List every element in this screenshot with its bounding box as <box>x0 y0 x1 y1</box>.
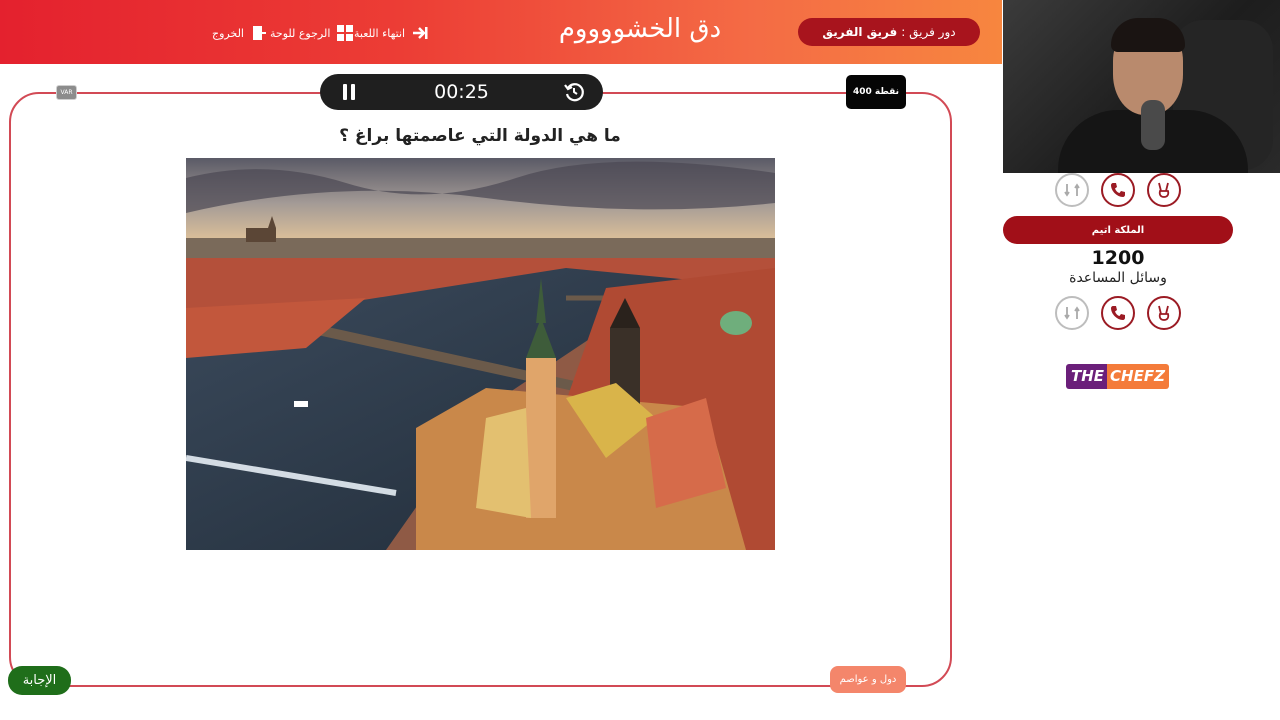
header-bar: الخروج الرجوع للوحة انتهاء اللعبة دق الخ… <box>0 0 1002 64</box>
back-to-board-button[interactable]: الرجوع للوحة <box>270 22 354 44</box>
pause-icon[interactable] <box>338 81 360 103</box>
team-name-bar: الملكة اتيم <box>1003 216 1233 244</box>
end-game-label: انتهاء اللعبة <box>354 26 406 40</box>
swap-icon <box>1064 306 1080 320</box>
call-friend-button[interactable] <box>1101 173 1135 207</box>
exit-label: الخروج <box>212 26 244 40</box>
swap-question-button-2[interactable] <box>1055 296 1089 330</box>
two-answers-button-2[interactable] <box>1147 296 1181 330</box>
aids-row-top <box>1055 173 1181 207</box>
var-badge[interactable]: VAR <box>56 85 77 100</box>
team-score: 1200 <box>1091 247 1145 269</box>
aids-row-bottom <box>1055 296 1181 330</box>
category-badge: دول و عواصم <box>830 666 906 693</box>
logo-part-2: CHEFZ <box>1107 364 1169 389</box>
turn-team-name: فريق الفريق <box>822 25 898 39</box>
team-turn-badge: دور فريق : فريق الفريق <box>798 18 980 46</box>
swap-icon <box>1064 183 1080 197</box>
exit-door-icon <box>253 26 266 40</box>
question-image <box>186 158 775 550</box>
show-answer-button[interactable]: الإجابة <box>8 666 71 695</box>
logo-part-1: THE <box>1066 364 1108 389</box>
timer-value: 00:25 <box>434 81 489 103</box>
phone-icon <box>1111 306 1125 320</box>
phone-icon <box>1111 183 1125 197</box>
grid-icon <box>337 25 354 41</box>
turn-prefix: دور فريق : <box>901 25 956 39</box>
sponsor-logo: THE CHEFZ <box>1066 364 1169 389</box>
webcam-feed <box>1003 0 1280 173</box>
two-fingers-icon <box>1158 182 1170 198</box>
exit-button[interactable]: الخروج <box>212 22 268 44</box>
aids-label: وسائل المساعدة <box>1069 270 1167 286</box>
arrow-end-icon <box>413 27 428 39</box>
timer-bar: 00:25 <box>320 74 603 110</box>
question-text: ما هي الدولة التي عاصمتها براغ ؟ <box>339 126 621 146</box>
back-to-board-label: الرجوع للوحة <box>270 26 331 40</box>
reset-timer-icon[interactable] <box>563 81 585 103</box>
call-friend-button-2[interactable] <box>1101 296 1135 330</box>
two-answers-button[interactable] <box>1147 173 1181 207</box>
game-title: دق الخشووووم <box>558 14 722 44</box>
points-badge: 400 نقطة <box>846 75 906 109</box>
two-fingers-icon <box>1158 305 1170 321</box>
swap-question-button[interactable] <box>1055 173 1089 207</box>
end-game-button[interactable]: انتهاء اللعبة <box>354 22 429 44</box>
